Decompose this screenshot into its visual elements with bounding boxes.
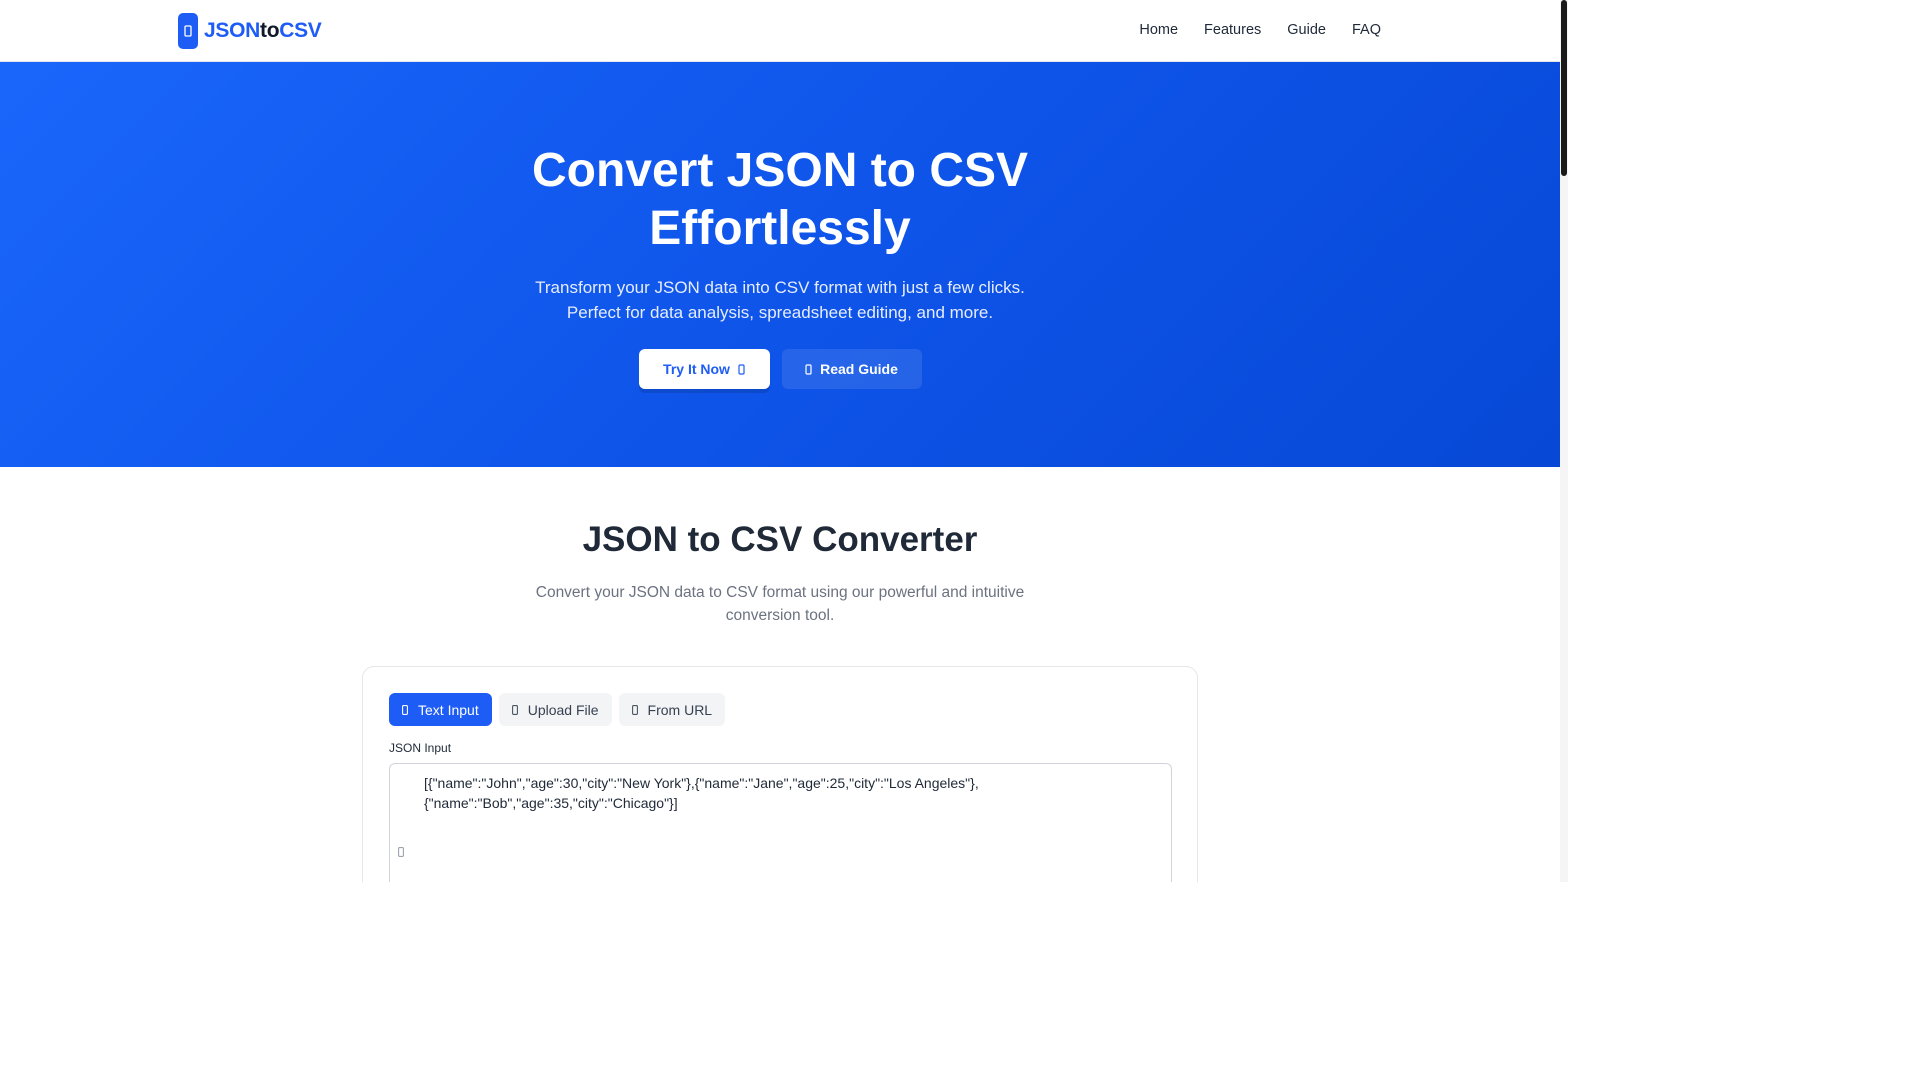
logo-text-json: JSON [204, 19, 260, 42]
logo-text-csv: CSV [279, 19, 322, 42]
upload-icon [511, 704, 518, 715]
converter-subtitle-line1: Convert your JSON data to CSV format usi… [535, 584, 1025, 601]
json-input-textarea[interactable]: [{"name":"John","age":30,"city":"New Yor… [389, 763, 1172, 882]
converter-title: JSON to CSV Converter [582, 520, 978, 559]
converter-subtitle-line2: conversion tool. [725, 607, 835, 624]
keyboard-icon [402, 704, 408, 715]
hero-buttons: Try It Now Read Guide [0, 349, 1560, 389]
nav-features[interactable]: Features [1204, 22, 1261, 38]
logo-text: JSONtoCSV [204, 19, 322, 43]
link-icon [631, 704, 638, 715]
try-it-now-button[interactable]: Try It Now [638, 349, 770, 389]
book-icon [805, 363, 812, 375]
json-input-label: JSON Input [389, 741, 452, 755]
converter-subtitle: Convert your JSON data to CSV format usi… [530, 581, 1030, 627]
site-header: JSONtoCSV Home Features Guide FAQ [0, 0, 1560, 62]
tab-text-input[interactable]: Text Input [389, 693, 492, 726]
code-icon [398, 847, 404, 857]
converter-card: Text Input Upload File From URL JSON Inp… [362, 666, 1198, 882]
tab-upload-file-label: Upload File [527, 701, 599, 718]
try-it-now-label: Try It Now [663, 361, 730, 377]
logo-text-to: to [260, 19, 280, 42]
page-scrollbar[interactable] [1560, 0, 1568, 882]
main-nav: Home Features Guide FAQ [1139, 22, 1381, 38]
nav-home[interactable]: Home [1139, 22, 1178, 38]
hero-subtitle-line1: Transform your JSON data into CSV format… [535, 278, 1025, 297]
hero-section: Convert JSON to CSV Effortlessly Transfo… [0, 62, 1560, 467]
hero-title-line1: Convert JSON to CSV [531, 144, 1029, 197]
tab-upload-file[interactable]: Upload File [498, 693, 612, 726]
page: JSONtoCSV Home Features Guide FAQ Conver… [0, 0, 1560, 882]
hero-title: Convert JSON to CSV Effortlessly [0, 142, 1560, 258]
hero-subtitle-line2: Perfect for data analysis, spreadsheet e… [566, 303, 994, 322]
tab-text-input-label: Text Input [418, 701, 479, 718]
scrollbar-thumb[interactable] [1561, 0, 1567, 176]
read-guide-button[interactable]: Read Guide [781, 349, 922, 389]
nav-faq[interactable]: FAQ [1352, 22, 1381, 38]
input-tabs: Text Input Upload File From URL [389, 693, 726, 726]
arrow-down-icon [738, 363, 745, 375]
nav-guide[interactable]: Guide [1287, 22, 1326, 38]
logo[interactable]: JSONtoCSV [178, 13, 322, 49]
tab-from-url[interactable]: From URL [618, 693, 726, 726]
hero-title-line2: Effortlessly [649, 202, 911, 255]
hero-subtitle: Transform your JSON data into CSV format… [0, 275, 1560, 325]
logo-icon [178, 13, 198, 49]
read-guide-label: Read Guide [820, 361, 898, 377]
tab-from-url-label: From URL [647, 701, 713, 718]
